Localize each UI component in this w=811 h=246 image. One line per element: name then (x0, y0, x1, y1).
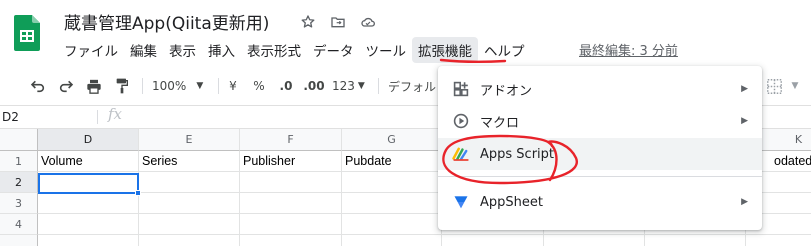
chevron-down-icon: ▼ (196, 81, 204, 91)
cell[interactable] (139, 172, 240, 193)
undo-icon[interactable] (28, 76, 48, 96)
column-header-g[interactable]: G (342, 129, 442, 151)
apps-script-icon (452, 145, 470, 163)
zoom-value: 100% (152, 79, 187, 93)
menu-data[interactable]: データ (307, 37, 360, 63)
zoom-select[interactable]: 100% ▼ (152, 76, 210, 96)
cell-d1[interactable]: Volume (38, 151, 139, 172)
toolbar-divider (378, 78, 379, 94)
menu-item-label: Apps Script (480, 146, 555, 162)
menu-item-label: マクロ (480, 115, 520, 131)
document-title[interactable]: 蔵書管理App(Qiita更新用) (64, 9, 269, 34)
submenu-arrow-icon: ▶ (741, 197, 748, 207)
row-header[interactable] (0, 235, 38, 246)
menu-extensions[interactable]: 拡張機能 (412, 37, 478, 63)
cell[interactable] (746, 235, 811, 246)
appsheet-icon (452, 193, 470, 211)
cell[interactable] (38, 235, 139, 246)
cell[interactable] (544, 235, 645, 246)
star-icon[interactable] (298, 12, 318, 32)
menu-item-addons[interactable]: アドオン ▶ (438, 73, 762, 105)
chevron-down-icon: ▼ (357, 81, 365, 91)
cell[interactable] (342, 172, 442, 193)
last-edit-link[interactable]: 最終編集: 3 分前 (579, 40, 678, 59)
menu-item-label: アドオン (480, 83, 533, 99)
font-select[interactable]: デフォル (388, 76, 438, 96)
borders-icon[interactable] (764, 76, 784, 96)
macro-play-icon (452, 112, 470, 130)
addon-icon (452, 80, 470, 98)
menu-bar: ファイル 編集 表示 挿入 表示形式 データ ツール 拡張機能 ヘルプ (58, 37, 531, 63)
menu-item-apps-script[interactable]: Apps Script (438, 138, 762, 170)
cell[interactable] (645, 235, 746, 246)
select-all-corner[interactable] (0, 129, 38, 151)
menu-item-appsheet[interactable]: AppSheet ▶ (438, 186, 762, 218)
fx-icon: fx (108, 105, 123, 123)
column-header-e[interactable]: E (139, 129, 240, 151)
column-header-d[interactable]: D (38, 129, 139, 151)
extensions-menu: アドオン ▶ マクロ ▶ Apps Script AppSheet ▶ (438, 66, 762, 230)
print-icon[interactable] (84, 76, 104, 96)
percent-format-button[interactable]: % (251, 76, 267, 96)
menu-separator (438, 176, 762, 177)
menu-item-label: AppSheet (480, 194, 543, 210)
menu-help[interactable]: ヘルプ (478, 37, 531, 63)
cell-e1[interactable]: Series (139, 151, 240, 172)
name-box[interactable]: D2 (0, 106, 72, 128)
toolbar-divider (218, 78, 219, 94)
submenu-arrow-icon: ▶ (741, 116, 748, 126)
menu-item-macros[interactable]: マクロ ▶ (438, 105, 762, 137)
decrease-decimal-button[interactable]: .0 (276, 76, 296, 96)
paint-format-icon[interactable] (112, 76, 132, 96)
cell-f1[interactable]: Publisher (240, 151, 342, 172)
row-header-4[interactable]: 4 (0, 214, 38, 235)
fill-handle[interactable] (135, 190, 141, 196)
active-cell-outline (38, 173, 139, 194)
row-header-1[interactable]: 1 (0, 151, 38, 172)
menu-file[interactable]: ファイル (58, 37, 124, 63)
menu-tools[interactable]: ツール (360, 37, 413, 63)
cell[interactable] (240, 193, 342, 214)
menu-insert[interactable]: 挿入 (202, 37, 241, 63)
menu-view[interactable]: 表示 (163, 37, 202, 63)
more-formats-label: 123 (332, 79, 355, 93)
row-header-3[interactable]: 3 (0, 193, 38, 214)
cell[interactable] (38, 193, 139, 214)
menu-format[interactable]: 表示形式 (241, 37, 307, 63)
cell[interactable] (38, 214, 139, 235)
cell[interactable] (342, 214, 442, 235)
cell[interactable] (240, 235, 342, 246)
cell[interactable] (139, 214, 240, 235)
cloud-status-icon[interactable] (358, 12, 378, 32)
more-formats-select[interactable]: 123 ▼ (332, 76, 370, 96)
menu-edit[interactable]: 編集 (124, 37, 163, 63)
column-header-f[interactable]: F (240, 129, 342, 151)
increase-decimal-button[interactable]: .00 (302, 76, 326, 96)
row-header-2[interactable]: 2 (0, 172, 38, 193)
move-folder-icon[interactable] (328, 12, 348, 32)
formula-bar-divider (97, 110, 98, 124)
currency-format-button[interactable]: ¥ (225, 76, 241, 96)
cell-g1[interactable]: Pubdate (342, 151, 442, 172)
cell[interactable] (240, 172, 342, 193)
chevron-down-icon[interactable]: ▼ (788, 76, 802, 96)
toolbar-divider (142, 78, 143, 94)
submenu-arrow-icon: ▶ (741, 84, 748, 94)
cell[interactable] (139, 193, 240, 214)
redo-icon[interactable] (56, 76, 76, 96)
sheets-logo-icon[interactable] (14, 15, 40, 51)
cell[interactable] (442, 235, 544, 246)
cell[interactable] (342, 193, 442, 214)
cell[interactable] (342, 235, 442, 246)
cell[interactable] (139, 235, 240, 246)
cell[interactable] (240, 214, 342, 235)
